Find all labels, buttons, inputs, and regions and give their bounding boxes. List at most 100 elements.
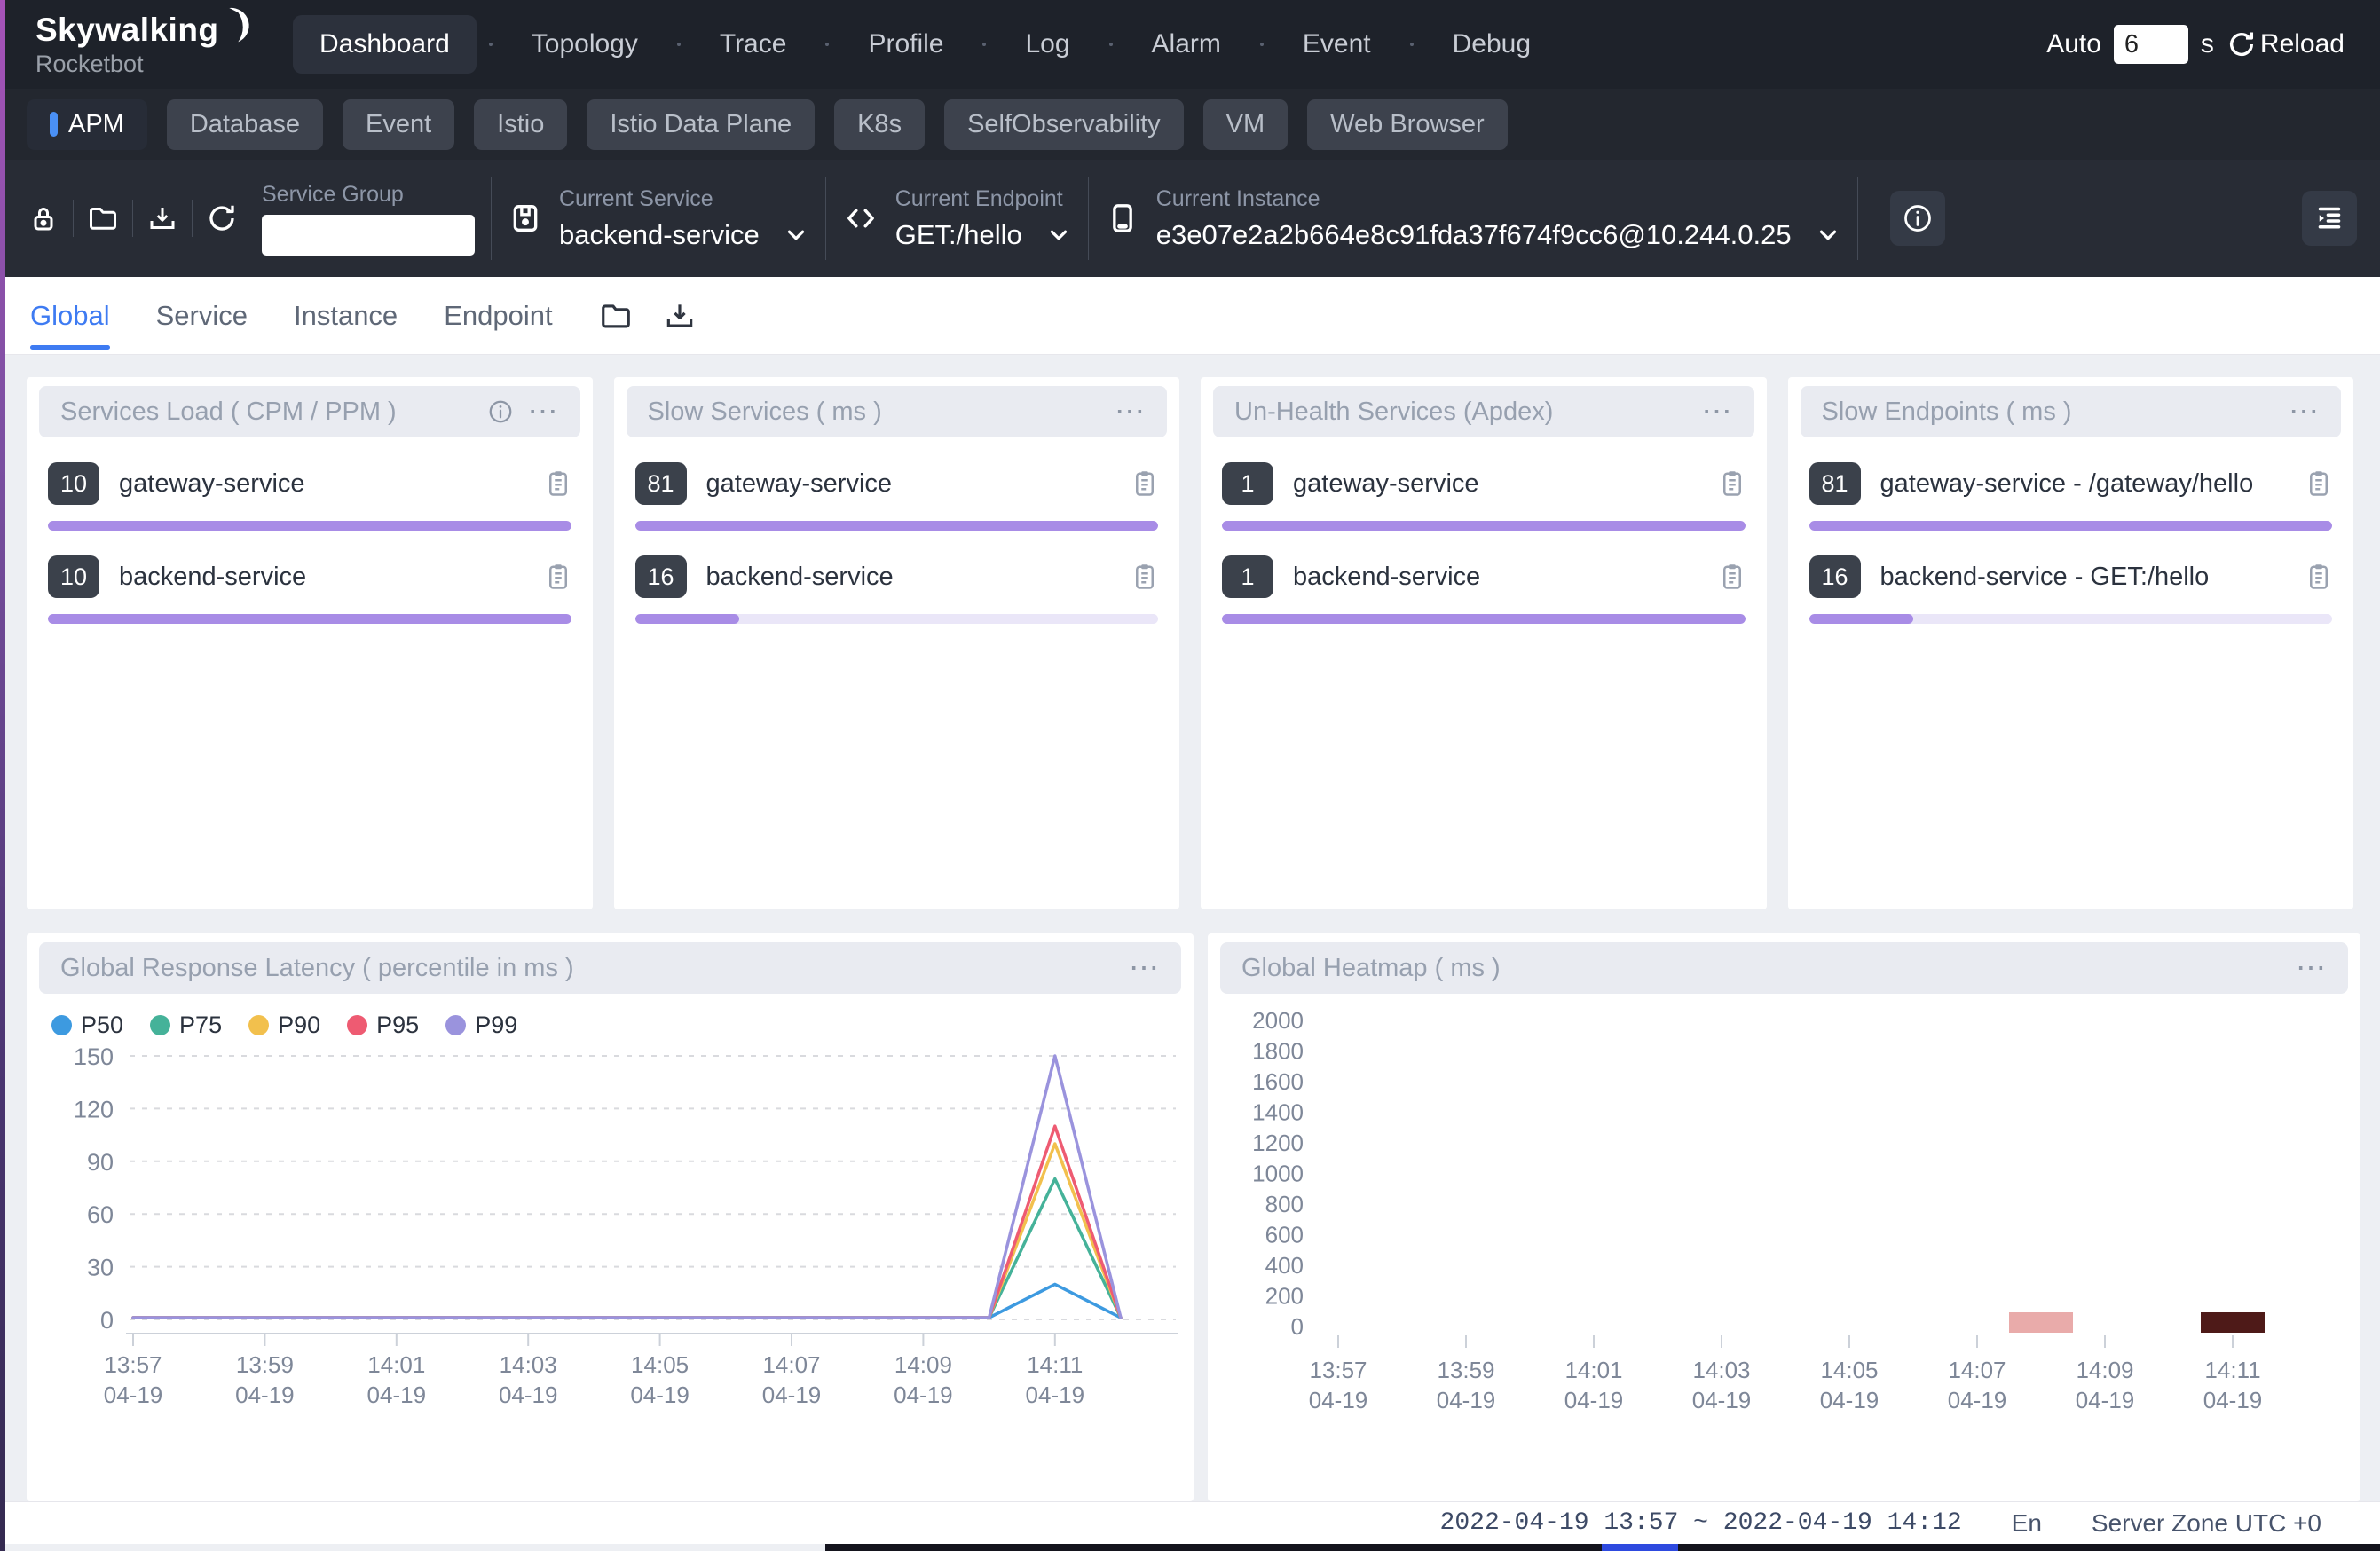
view-tab-global[interactable]: Global [30,277,110,354]
svg-text:60: 60 [87,1201,114,1228]
import-button[interactable] [142,202,183,234]
svg-text:04-19: 04-19 [235,1382,295,1408]
more-options-icon[interactable]: ⋯ [1115,403,1146,421]
tab-istio-data-plane[interactable]: Istio Data Plane [587,99,815,150]
folder-button[interactable] [599,299,633,333]
svg-text:04-19: 04-19 [1692,1387,1752,1413]
view-tab-instance[interactable]: Instance [294,277,398,354]
datepicker-popup-edge [825,1544,2380,1551]
current-instance-select[interactable]: Current Instance e3e07e2a2b664e8c91fda37… [1105,186,1841,251]
copy-clipboard-icon[interactable] [545,562,571,592]
tab-k8s[interactable]: K8s [834,99,925,150]
service-group-input[interactable] [262,215,475,256]
active-tab-indicator [50,112,58,137]
svg-text:04-19: 04-19 [367,1382,427,1408]
more-options-icon[interactable]: ⋯ [528,403,559,421]
nav-item-debug[interactable]: Debug [1426,15,1557,74]
svg-text:14:05: 14:05 [1820,1357,1878,1383]
info-icon[interactable] [487,398,514,425]
svg-text:0: 0 [1291,1313,1304,1340]
metric-name: backend-service [1293,563,1480,592]
card-header: Global Heatmap ( ms ) ⋯ [1220,942,2348,994]
svg-text:14:03: 14:03 [1692,1357,1750,1383]
svg-text:1600: 1600 [1252,1068,1304,1095]
metric-bar [48,614,571,624]
view-tab-endpoint[interactable]: Endpoint [444,277,552,354]
reload-label: Reload [2260,29,2345,59]
nav-item-event[interactable]: Event [1276,15,1398,74]
language-switch[interactable]: En [2012,1509,2042,1538]
refresh-button[interactable] [201,202,242,234]
nav-separator-dot [1260,43,1264,46]
nav-item-log[interactable]: Log [998,15,1096,74]
tab-database[interactable]: Database [167,99,323,150]
tab-event[interactable]: Event [343,99,454,150]
current-service-select[interactable]: Current Service backend-service [508,186,809,251]
more-options-icon[interactable]: ⋯ [1702,403,1733,421]
svg-text:1000: 1000 [1252,1161,1304,1187]
chevron-down-icon[interactable] [1045,222,1072,248]
legend-item-p90[interactable]: P90 [248,1012,320,1039]
instance-device-icon [1105,201,1140,236]
card-header: Services Load ( CPM / PPM ) ⋯ [39,386,580,437]
legend-item-p95[interactable]: P95 [347,1012,419,1039]
auto-interval-input[interactable] [2114,25,2188,64]
info-icon [1902,202,1934,234]
copy-clipboard-icon[interactable] [545,468,571,499]
export-button[interactable] [663,299,697,333]
card-slow-endpoints: Slow Endpoints ( ms ) ⋯ 81 gateway-servi… [1788,377,2354,909]
copy-clipboard-icon[interactable] [1131,468,1158,499]
nav-separator-dot [489,43,493,46]
reload-button[interactable]: Reload [2226,29,2345,59]
nav-separator-dot [825,43,829,46]
chevron-down-icon[interactable] [1815,222,1841,248]
toolbar-divider [1088,177,1089,260]
copy-clipboard-icon[interactable] [1131,562,1158,592]
card-services-load: Services Load ( CPM / PPM ) ⋯ 10 gateway… [27,377,593,909]
more-options-icon[interactable]: ⋯ [2289,403,2320,421]
template-panel-button[interactable] [2302,191,2357,246]
tab-selfobservability[interactable]: SelfObservability [944,99,1184,150]
svg-text:04-19: 04-19 [104,1382,163,1408]
server-zone-label[interactable]: Server Zone UTC +0 [2092,1509,2321,1538]
folder-button[interactable] [83,202,123,234]
dashboard-group-tabs: APM Database Event Istio Istio Data Plan… [0,89,2380,160]
main-nav: Dashboard Topology Trace Profile Log Ala… [293,15,1557,74]
more-options-icon[interactable]: ⋯ [2296,959,2327,977]
legend-item-p50[interactable]: P50 [51,1012,123,1039]
current-endpoint-select[interactable]: Current Endpoint GET:/hello [842,186,1072,251]
lock-button[interactable] [23,202,64,234]
info-button[interactable] [1890,191,1945,246]
view-tab-service[interactable]: Service [156,277,248,354]
tab-apm[interactable]: APM [27,99,147,150]
tab-istio[interactable]: Istio [474,99,567,150]
copy-clipboard-icon[interactable] [2305,468,2332,499]
copy-clipboard-icon[interactable] [1719,468,1746,499]
tab-web-browser[interactable]: Web Browser [1307,99,1508,150]
legend-item-p99[interactable]: P99 [445,1012,517,1039]
nav-item-topology[interactable]: Topology [505,15,665,74]
svg-text:30: 30 [87,1255,114,1281]
logo-title: Skywalking [35,12,253,49]
copy-clipboard-icon[interactable] [2305,562,2332,592]
metric-bar [1809,614,2333,624]
metric-row: 1 gateway-service [1222,462,1746,505]
chevron-down-icon[interactable] [783,222,809,248]
more-options-icon[interactable]: ⋯ [1129,959,1160,977]
legend-dot [248,1015,269,1035]
svg-text:90: 90 [87,1149,114,1176]
tab-vm[interactable]: VM [1203,99,1289,150]
nav-item-trace[interactable]: Trace [693,15,814,74]
service-group-block: Service Group [262,182,475,256]
nav-item-dashboard[interactable]: Dashboard [293,15,477,74]
nav-item-profile[interactable]: Profile [841,15,970,74]
svg-text:04-19: 04-19 [1437,1387,1496,1413]
time-range-picker[interactable]: 2022-04-19 13:57 ~ 2022-04-19 14:12 [1440,1509,1962,1537]
legend-item-p75[interactable]: P75 [150,1012,222,1039]
nav-item-alarm[interactable]: Alarm [1125,15,1248,74]
metric-row: 10 gateway-service [48,462,571,505]
nav-separator-dot [1109,43,1113,46]
copy-clipboard-icon[interactable] [1719,562,1746,592]
nav-separator-dot [1410,43,1414,46]
svg-text:600: 600 [1265,1222,1304,1248]
